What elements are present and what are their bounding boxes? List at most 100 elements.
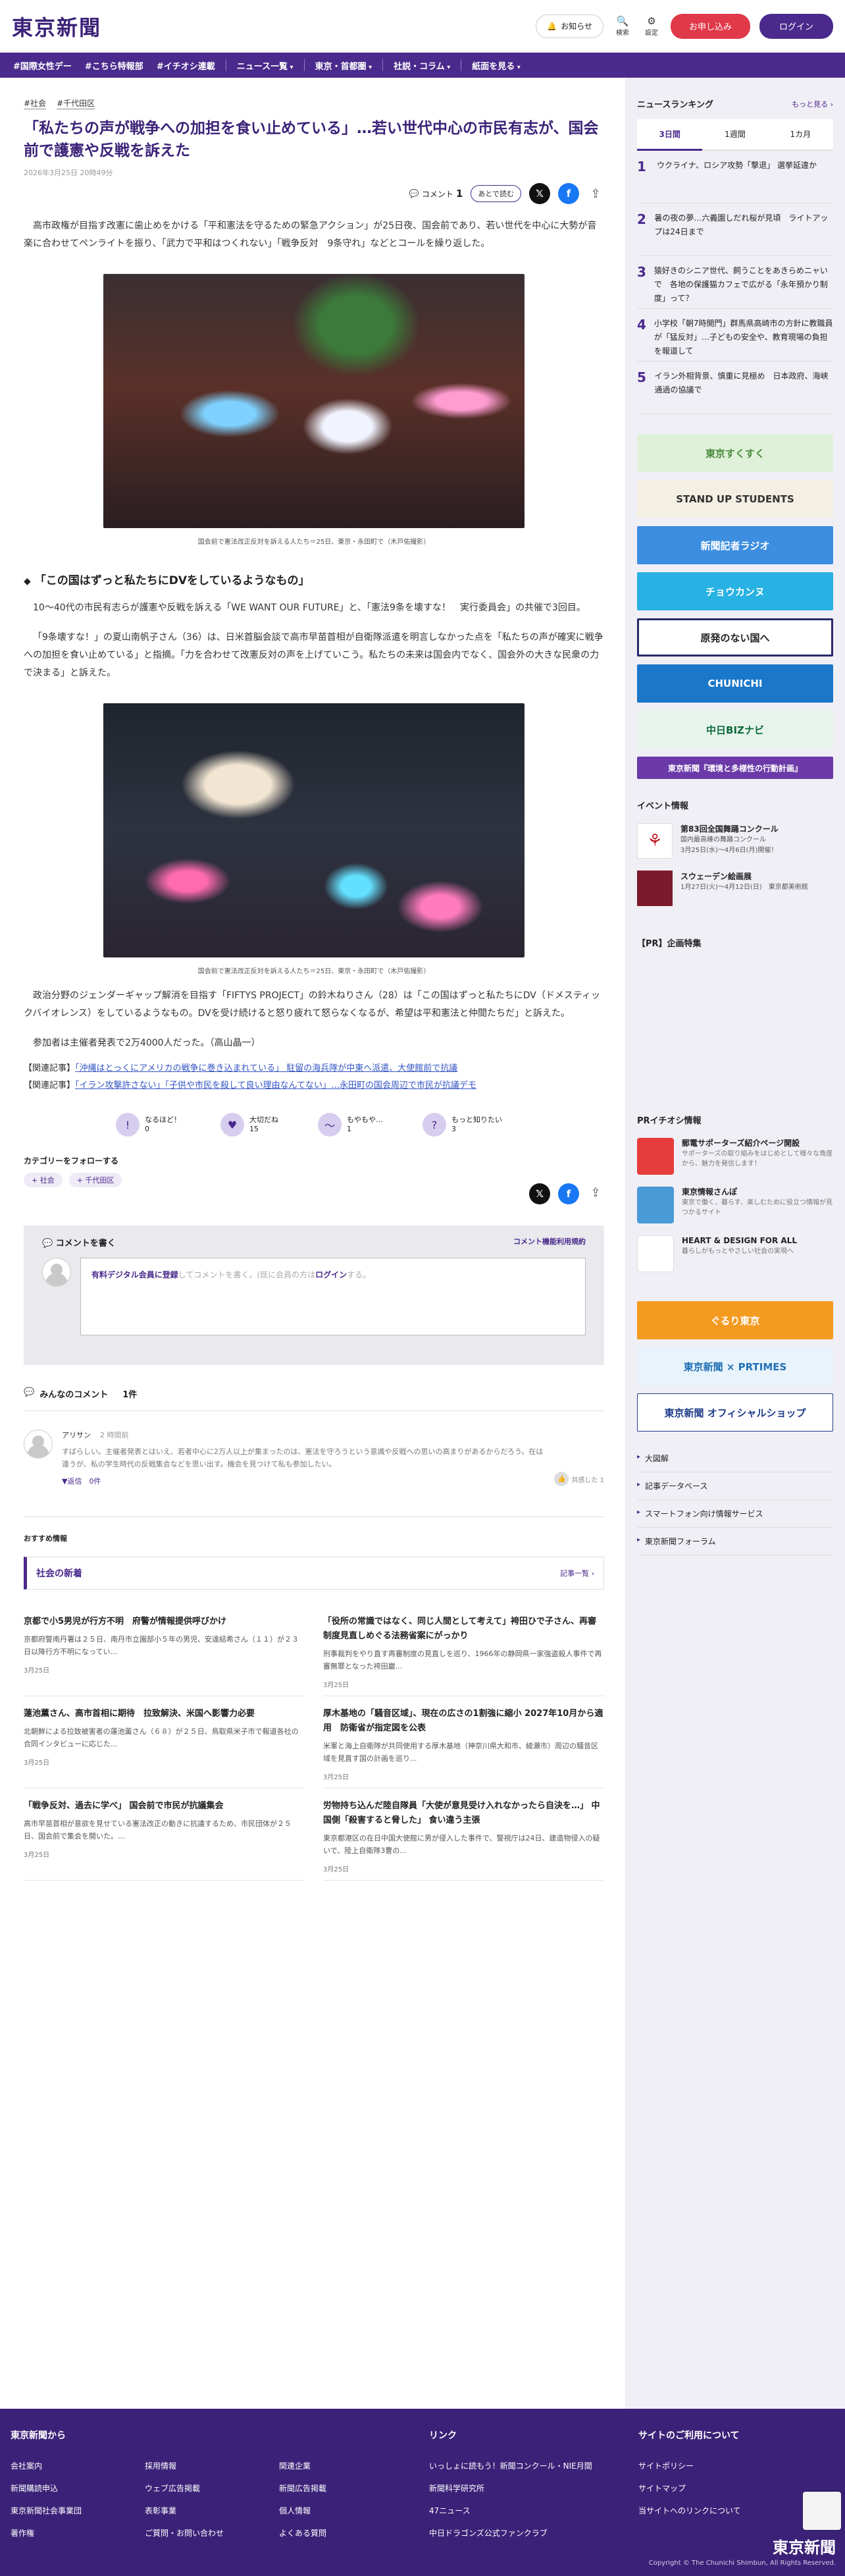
footer-link[interactable]: 東京新聞社会事業団 [11,2500,82,2522]
footer-link[interactable]: 新聞科学研究所 [429,2477,592,2500]
photo-caption: 国会前で憲法改正反対を訴える人たち＝25日、東京・永田町で（木戸佑撮影） [197,968,430,975]
ranking-item[interactable]: 1 ウクライナ、ロシア攻勢「撃退」 選挙延違か [637,151,833,203]
read-later-button[interactable]: あとで読む [471,185,521,202]
pr-item[interactable]: HEART & DESIGN FOR ALL 暮らしがもっとやさしい社会の実現へ [637,1235,833,1272]
pr-item[interactable]: 東京情報さんぽ 東京で働く、暮らす、楽しむために役立つ情報が見つかるサイト [637,1187,833,1223]
nav-item-tokuho[interactable]: #こちら特報部 [78,59,150,72]
banner-action-plan[interactable]: 東京新聞『環境と多様性の行動計画』 [637,757,833,779]
sidebar-link[interactable]: 東京新聞フォーラム [637,1528,833,1555]
x-share-icon[interactable]: 𝕏 [529,183,550,204]
nav-item-tokyo[interactable]: 東京・首都圏 [309,59,379,72]
ranking-item[interactable]: 3 猿好きのシニア世代、飼うことをあきらめニャいで 各地の保護猫カフェで広がる「永… [637,256,833,309]
ranking-item[interactable]: 2 暑の夜の夢…六義園しだれ桜が見頃 ライトアップは24日まで [637,203,833,256]
recaptcha-badge[interactable] [803,2492,841,2530]
footer-link[interactable]: 新聞広告掲載 [279,2477,326,2500]
banner-chokanu[interactable]: チョウカンヌ [637,572,833,610]
banner-prtimes[interactable]: 東京新聞 × PRTIMES [637,1347,833,1385]
footer-link[interactable]: 当サイトへのリンクについて [638,2500,741,2522]
news-card[interactable]: 京都で小5男児が行方不明 府警が情報提供呼びかけ 京都府警南丹署は２５日、南丹市立… [24,1604,305,1696]
ranking-header: ニュースランキング もっと見る › [637,99,833,111]
news-card[interactable]: 「戦争反対、過去に学べ」 国会前で市民が抗議集会 高市早苗首相が意欲を見せている憲… [24,1788,305,1881]
ranking-item[interactable]: 4 小学校「朝7時開門」群馬県高崎市の方針に教職員が「猛反対」…子どもの安全や、教… [637,309,833,362]
nav-item-news-list[interactable]: ニュース一覧 [230,59,300,72]
ranking-more-link[interactable]: もっと見る › [792,99,833,109]
reaction-moyamoya[interactable]: ～もやもや… 1 [318,1113,383,1137]
tag-link[interactable]: #社会 [24,97,47,109]
share-icon[interactable]: ⇪ [587,184,604,203]
footer-heading: サイトのご利用について [638,2430,740,2441]
login-button[interactable]: ログイン [759,13,833,39]
signup-button[interactable]: お申し込み [670,13,750,39]
nav-item-womens-day[interactable]: #国際女性デー [7,59,78,72]
tab-1month[interactable]: 1カ月 [767,119,833,151]
banner-genpatsu[interactable]: 原発のない国へ [637,618,833,657]
facebook-share-icon[interactable]: f [558,183,579,204]
login-link[interactable]: ログイン [315,1270,347,1279]
footer-link[interactable]: 表彰事業 [145,2500,224,2522]
comment-count-link[interactable]: 💬 コメント 1 [409,188,463,200]
search-button[interactable]: 🔍 検索 [613,15,632,37]
reaction-naruhodo[interactable]: ! なるほど！ 0 [116,1113,181,1137]
reply-toggle[interactable]: ▼返信 0件 [62,1476,545,1486]
site-logo[interactable]: 東京新聞 [12,11,101,41]
tag-link[interactable]: #千代田区 [57,97,95,109]
pr-item[interactable]: 郵電サポーターズ紹介ページ開設 サポーターズの取り組みをはじめとして様々な角度から… [637,1138,833,1175]
sidebar-link[interactable]: 記事データベース [637,1472,833,1500]
x-share-icon[interactable]: 𝕏 [529,1183,550,1204]
ranking-item[interactable]: 5 イラン外相背景、慎重に見極め 日本政府、海峡通過の協議で [637,362,833,414]
event-item[interactable]: ⚘ 第83回全国舞踊コンクール 国内最高峰の舞踊コンクール 3月25日(水)～4月6日… [637,823,833,859]
banner-biznavi[interactable]: 中日BIZナビ [637,711,833,749]
sidebar-link[interactable]: 大図解 [637,1445,833,1472]
follow-tag-button[interactable]: + 千代田区 [68,1173,122,1187]
news-card[interactable]: 労物持ち込んだ陸自隊員「大使が意見受け入れなかったら自決を…」 中国側「殺害する… [323,1788,604,1881]
banner-sukusuku[interactable]: 東京すくすく [637,434,833,472]
news-card[interactable]: 蓮池薫さん、高市首相に期待 拉致解決、米国へ影響力必要 北朝鮮による拉致被害者の蓮… [24,1696,305,1788]
nav-item-paper[interactable]: 紙面を見る [465,59,527,72]
settings-button[interactable]: ⚙ 設定 [642,15,661,37]
footer-link[interactable]: 著作権 [11,2522,82,2544]
footer-link[interactable]: 中日ドラゴンズ公式ファンクラブ [429,2522,592,2544]
footer-link[interactable]: 会社案内 [11,2455,82,2477]
nav-item-ichioshi[interactable]: #イチオシ連載 [150,59,222,72]
agree-button[interactable]: 👍 共感した 1 [554,1472,604,1486]
news-card[interactable]: 「役所の常識ではなく、同じ人間として考えて」袴田ひで子さん、再審制度見直しめぐる… [323,1604,604,1696]
sidebar-link[interactable]: スマートフォン向け情報サービス [637,1500,833,1528]
reaction-motto[interactable]: ? もっと知りたい 3 [423,1113,502,1137]
footer-link[interactable]: サイトマップ [638,2477,741,2500]
event-item[interactable]: スウェーデン絵画展 1月27日(火)～4月12日(日) 東京都美術館 [637,871,833,906]
banner-chunichi[interactable]: CHUNICHI [637,664,833,703]
news-card[interactable]: 厚木基地の「騒音区域」、現在の広さの1割強に縮小 2027年10月から適用 防衛… [323,1696,604,1788]
sidebar: ニュースランキング もっと見る › 3日間 1週間 1カ月 1 ウクライナ、ロシア攻… [625,78,845,2409]
reaction-taisetsu[interactable]: ♥ 大切だね 15 [220,1113,278,1137]
follow-tag-button[interactable]: + 社会 [24,1173,63,1187]
banner-gururi[interactable]: ぐるり東京 [637,1301,833,1339]
facebook-share-icon[interactable]: f [558,1183,579,1204]
comment-icon: 💬 [24,1387,35,1397]
footer-link[interactable]: 47ニュース [429,2500,592,2522]
nav-divider [303,59,305,71]
footer-link[interactable]: ご質問・お問い合わせ [145,2522,224,2544]
nav-item-editorial[interactable]: 社説・コラム [387,59,457,72]
tab-3days[interactable]: 3日間 [637,119,703,151]
tab-1week[interactable]: 1週間 [702,119,768,151]
footer-link[interactable]: よくある質問 [279,2522,326,2544]
news-list-link[interactable]: 記事一覧 › [560,1568,594,1578]
footer-link[interactable]: ウェブ広告掲載 [145,2477,224,2500]
footer-link[interactable]: 関連企業 [279,2455,326,2477]
share-icon[interactable]: ⇪ [587,1183,604,1202]
related-link[interactable]: 「沖縄はとっくにアメリカの戦争に巻き込まれている」 駐留の海兵隊が中東へ派遣、大… [75,1063,457,1073]
footer-logo[interactable]: 東京新聞 [773,2535,836,2558]
register-link[interactable]: 有料デジタル会員に登録 [91,1270,178,1279]
footer-link[interactable]: 個人情報 [279,2500,326,2522]
footer-link[interactable]: サイトポリシー [638,2455,741,2477]
notice-button[interactable]: 🔔 お知らせ [536,14,603,38]
footer-link[interactable]: 新聞購読申込 [11,2477,82,2500]
footer-link[interactable]: 採用情報 [145,2455,224,2477]
related-link[interactable]: 「イラン攻撃許さない」「子供や市民を殺して良い理由なんてない」…永田町の国会周辺… [75,1081,476,1090]
comment-input[interactable]: 有料デジタル会員に登録してコメントを書く。(既に会員の方はログインする。 [80,1258,586,1335]
comment-policy-link[interactable]: コメント機能利用規約 [513,1236,586,1248]
banner-standup[interactable]: STAND UP STUDENTS [637,480,833,518]
footer-link[interactable]: いっしょに読もう！新聞コンクール・NIE月間 [429,2455,592,2477]
banner-shop[interactable]: 東京新聞 オフィシャルショップ [637,1393,833,1432]
banner-radio[interactable]: 新聞記者ラジオ [637,526,833,564]
